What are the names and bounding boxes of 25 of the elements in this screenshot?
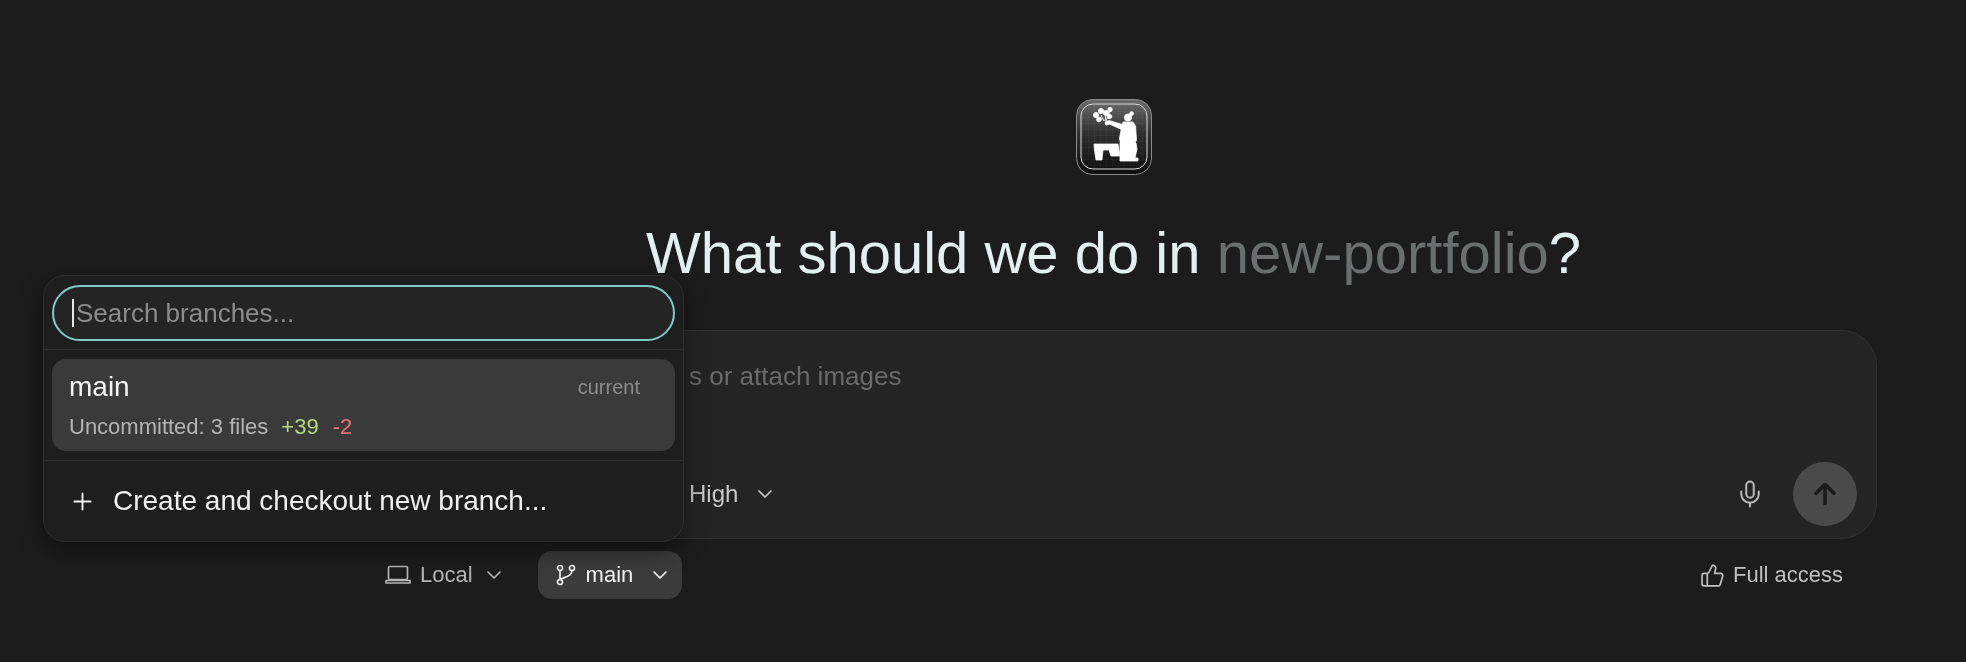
prompt-input[interactable]: s or attach images xyxy=(689,360,1589,392)
chevron-down-icon xyxy=(486,571,501,579)
branch-button[interactable]: main xyxy=(537,551,683,599)
access-button[interactable]: Full access xyxy=(1700,561,1843,589)
additions-count: +39 xyxy=(281,413,319,441)
chevron-down-icon xyxy=(653,571,668,579)
dropdown-button[interactable]: High xyxy=(689,479,773,509)
search-field[interactable]: Search branches... xyxy=(52,285,675,341)
branch-name: main xyxy=(69,371,130,403)
arrow-up-icon xyxy=(1814,483,1836,505)
heading: What should we do in new-portfolio? xyxy=(645,219,1582,287)
deletions-count: -2 xyxy=(332,413,353,441)
microphone-button[interactable] xyxy=(1740,480,1760,508)
app-logo-icon xyxy=(1075,99,1152,175)
status-text: Uncommitted: 3 files xyxy=(69,413,269,441)
chevron-down-icon xyxy=(758,490,773,498)
branch-item[interactable]: main current Uncommitted: 3 files +39 -2 xyxy=(52,359,675,451)
microphone-icon xyxy=(1740,480,1760,508)
thumbs-up-icon xyxy=(1700,563,1724,587)
plus-icon xyxy=(73,491,92,511)
dropdown-button[interactable]: Local xyxy=(385,561,501,589)
current-label: current xyxy=(577,375,640,400)
laptop-icon xyxy=(385,565,411,585)
git-branch-icon xyxy=(555,564,576,586)
create-branch-button[interactable]: Create and checkout new branch... xyxy=(73,484,548,518)
